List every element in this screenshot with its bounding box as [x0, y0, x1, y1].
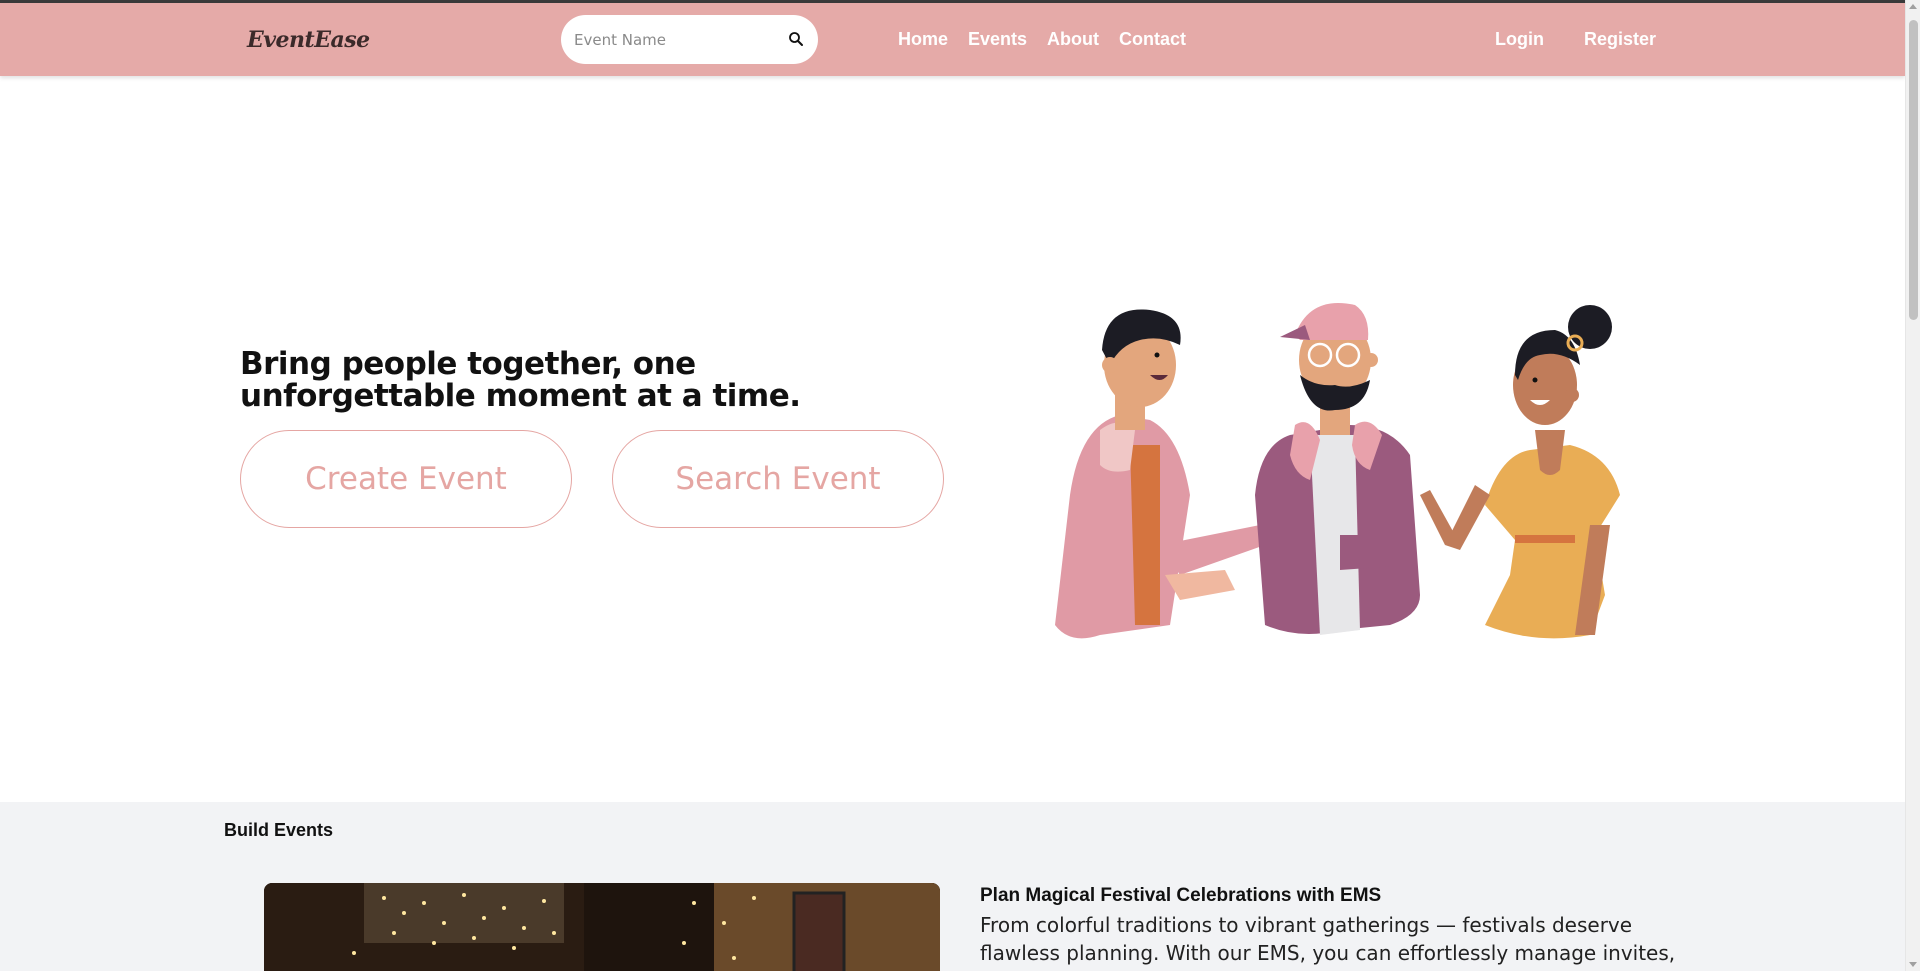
scroll-thumb[interactable]	[1909, 20, 1918, 320]
page-scrollbar[interactable]	[1905, 0, 1920, 971]
festival-photo-graphic	[264, 883, 940, 971]
login-link[interactable]: Login	[1495, 29, 1544, 50]
brand-logo[interactable]: EventEase	[247, 27, 370, 53]
event-description: From colorful traditions to vibrant gath…	[980, 913, 1676, 971]
festival-photo[interactable]	[264, 883, 940, 971]
build-events-section: Build Events Plan Magical Festival Celeb…	[0, 802, 1905, 971]
nav-link-contact[interactable]: Contact	[1119, 29, 1186, 50]
event-heading: Plan Magical Festival Celebrations with …	[980, 885, 1382, 906]
person-left-figure	[1055, 309, 1265, 639]
nav-link-events[interactable]: Events	[968, 29, 1027, 50]
scroll-up-arrow-icon[interactable]	[1909, 4, 1917, 9]
people-greeting-illustration	[1055, 303, 1620, 639]
scroll-down-arrow-icon[interactable]	[1909, 962, 1917, 967]
register-link[interactable]: Register	[1584, 29, 1656, 50]
create-event-button[interactable]: Create Event	[240, 430, 572, 528]
person-middle-figure	[1255, 303, 1420, 635]
search-icon	[789, 31, 803, 46]
search-input[interactable]	[574, 27, 774, 53]
search-button[interactable]	[784, 28, 808, 52]
nav-link-home[interactable]: Home	[898, 29, 948, 50]
person-right-figure	[1420, 305, 1620, 639]
search-event-button[interactable]: Search Event	[612, 430, 944, 528]
section-title: Build Events	[224, 820, 334, 840]
nav-link-about[interactable]: About	[1047, 29, 1099, 50]
hero-title: Bring people together, one unforgettable…	[240, 346, 801, 414]
search-box	[561, 15, 818, 64]
navbar: EventEase Home Events About Contact Logi…	[0, 3, 1905, 76]
